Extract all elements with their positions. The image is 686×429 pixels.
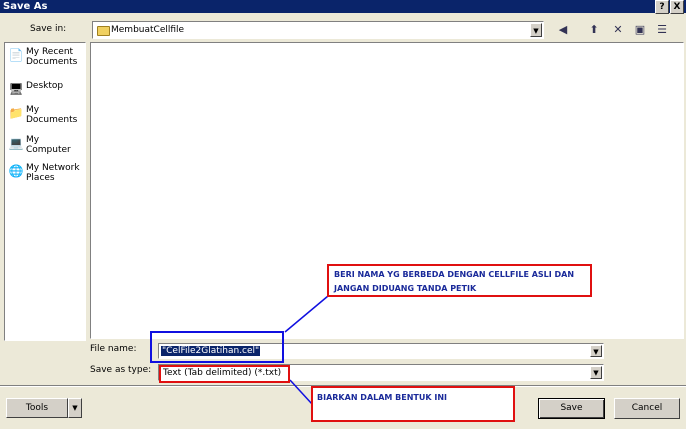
annotation-box-2: BIARKAN DALAM BENTUK INI	[311, 386, 515, 422]
filename-highlight-box	[150, 331, 284, 363]
annotation-note-1: BERI NAMA YG BERBEDA DENGAN CELLFILE ASL…	[334, 270, 575, 293]
savetype-highlight-box	[159, 365, 290, 383]
annotation-lines	[284, 295, 329, 405]
annotation-note-2: BIARKAN DALAM BENTUK INI	[317, 393, 448, 402]
annotation-line-1	[284, 295, 329, 333]
annotation-line-2	[289, 379, 313, 405]
annotation-box-1: BERI NAMA YG BERBEDA DENGAN CELLFILE ASL…	[327, 264, 592, 297]
